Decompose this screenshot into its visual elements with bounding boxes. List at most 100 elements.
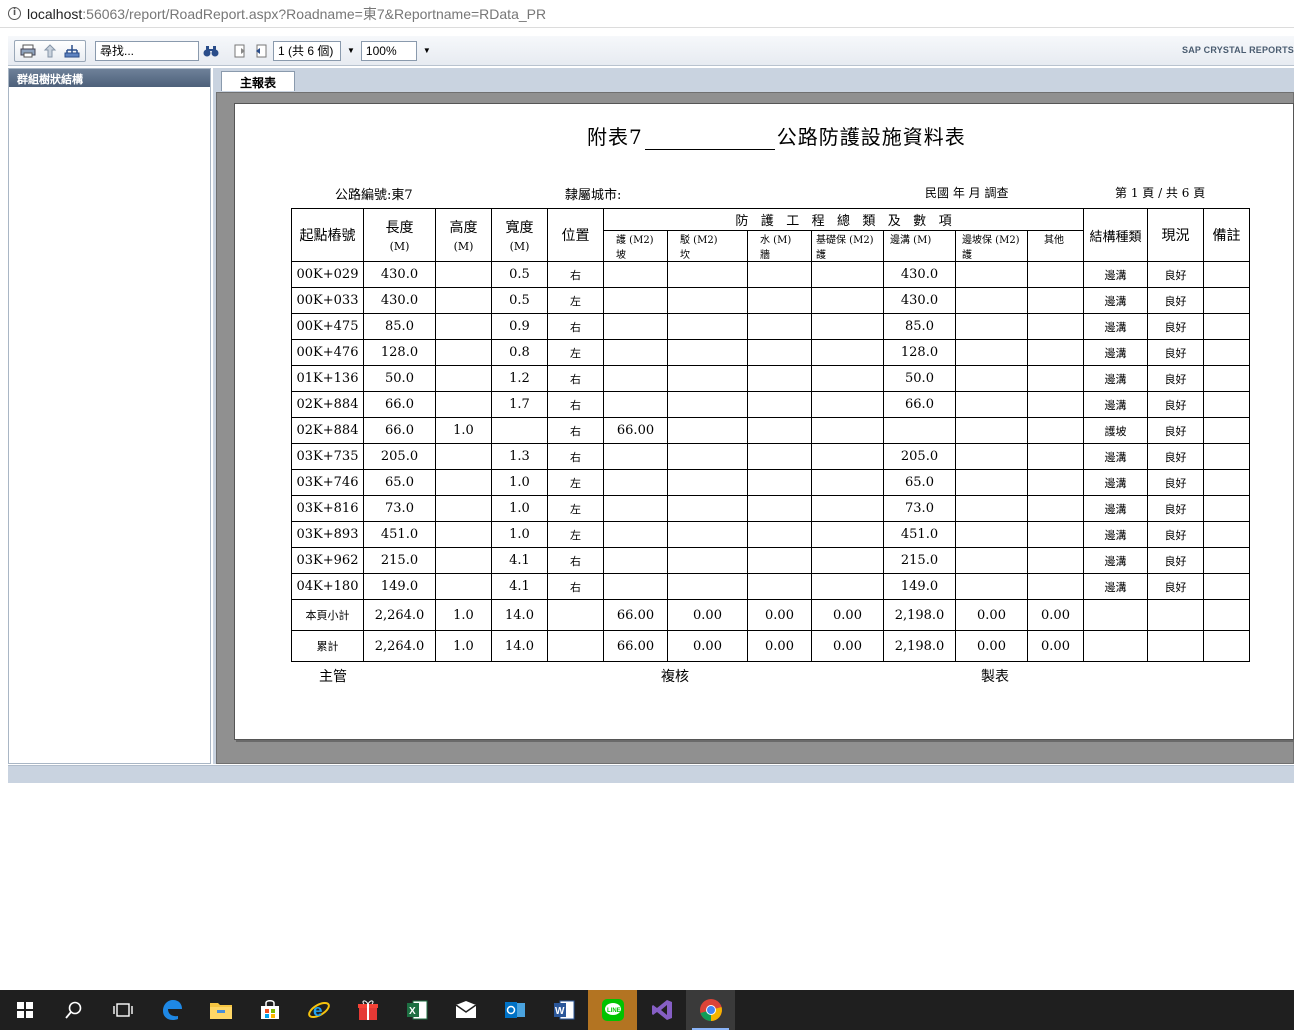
title-suffix: 公路防護設施資料表 <box>776 125 966 149</box>
search-input[interactable] <box>95 40 199 61</box>
cell-slope-protection <box>603 521 668 548</box>
cell-water-wall <box>747 521 812 548</box>
subtotal-row: 本頁小計 2,264.0 1.0 14.0 66.00 0.00 0.00 0.00 2,198… <box>291 599 1250 631</box>
cell-retaining-wall <box>667 547 748 574</box>
svg-text:LINE: LINE <box>607 1008 621 1014</box>
cell-foundation-protection <box>811 547 884 574</box>
taskbar-outlook[interactable] <box>490 990 539 1030</box>
cell-height: 1.0 <box>435 599 492 631</box>
page-selector[interactable]: 1 (共 6 個) <box>273 40 341 61</box>
tab-main-report[interactable]: 主報表 <box>221 71 296 91</box>
cell-width: 0.9 <box>491 313 548 340</box>
taskbar-mail[interactable] <box>441 990 490 1030</box>
cell-foundation-protection <box>811 417 884 444</box>
cell-foundation-protection <box>811 391 884 418</box>
cell-retaining-wall <box>667 339 748 366</box>
table-row: 00K+033 430.0 0.5 左 430.0 邊溝 良好 <box>291 287 1250 314</box>
cell-height <box>435 547 492 574</box>
cell-length: 66.0 <box>363 417 436 444</box>
cell-structure: 邊溝 <box>1083 573 1148 600</box>
cell-side-slope-protection: 0.00 <box>955 630 1028 662</box>
cell-retaining-wall <box>667 417 748 444</box>
start-button[interactable] <box>0 990 49 1030</box>
cell-side-ditch: 65.0 <box>883 469 956 496</box>
cell-side-slope-protection <box>955 417 1028 444</box>
info-icon[interactable]: i <box>8 7 21 20</box>
taskbar-word[interactable]: W <box>539 990 588 1030</box>
cell-height <box>435 469 492 496</box>
cell-height <box>435 573 492 600</box>
cell-water-wall <box>747 287 812 314</box>
cell-side-slope-protection <box>955 287 1028 314</box>
signature-manager: 主管 <box>319 669 347 685</box>
cell-status: 良好 <box>1147 547 1204 574</box>
task-view-button[interactable] <box>98 990 147 1030</box>
taskbar-chrome[interactable] <box>686 990 735 1030</box>
cell-retaining-wall <box>667 365 748 392</box>
zoom-select[interactable]: 100% <box>360 40 417 61</box>
cell-slope-protection <box>603 287 668 314</box>
taskbar-store[interactable] <box>245 990 294 1030</box>
folder-icon <box>209 1003 232 1019</box>
cell-start: 02K+884 <box>291 391 364 418</box>
svg-text:e: e <box>313 1001 322 1020</box>
cell-length: 66.0 <box>363 391 436 418</box>
cell-length: 2,264.0 <box>363 630 436 662</box>
cell-other <box>1027 287 1084 314</box>
taskbar-line[interactable]: LINE <box>588 990 637 1030</box>
visual-studio-icon <box>651 1000 672 1020</box>
taskbar-excel[interactable]: X <box>392 990 441 1030</box>
cell-water-wall <box>747 443 812 470</box>
cell-foundation-protection <box>811 365 884 392</box>
export-icon[interactable] <box>41 43 59 59</box>
address-bar[interactable]: i localhost:56063/report/RoadReport.aspx… <box>0 0 1294 28</box>
cell-retaining-wall <box>667 287 748 314</box>
cell-position: 右 <box>547 573 604 600</box>
prev-page-icon[interactable] <box>252 43 270 59</box>
cell-side-ditch: 66.0 <box>883 391 956 418</box>
status-bar <box>8 765 1294 783</box>
cell-status: 良好 <box>1147 495 1204 522</box>
cell-retaining-wall <box>667 261 748 288</box>
search-icon <box>64 1001 81 1019</box>
taskbar-file-explorer[interactable] <box>196 990 245 1030</box>
cell-slope-protection <box>603 261 668 288</box>
cell-start: 00K+476 <box>291 339 364 366</box>
signature-review: 複核 <box>661 669 689 685</box>
search-button[interactable] <box>49 990 98 1030</box>
col-protection-group: 防 護 工 程 總 類 及 數 項 <box>603 208 1084 231</box>
cell-length: 430.0 <box>363 287 436 314</box>
cell-status: 良好 <box>1147 391 1204 418</box>
cell-water-wall: 0.00 <box>747 599 812 631</box>
url-path: :56063/report/RoadReport.aspx?Roadname=東… <box>82 5 547 22</box>
cell-length: 73.0 <box>363 495 436 522</box>
cell-structure <box>1083 599 1148 631</box>
col-length-label: 長度 <box>385 220 414 236</box>
col-side-slope-protection: 邊坡保 (M2) 護 <box>955 230 1028 262</box>
url-host: localhost <box>27 5 83 22</box>
cell-slope-protection <box>603 443 668 470</box>
zoom-dropdown-arrow-icon[interactable]: ▼ <box>423 46 431 55</box>
cell-foundation-protection <box>811 313 884 340</box>
col-height: 高度 (M) <box>435 208 492 262</box>
cell-position <box>547 599 604 631</box>
taskbar-internet-explorer[interactable]: e <box>294 990 343 1030</box>
cell-foundation-protection <box>811 521 884 548</box>
excel-icon: X <box>406 1000 427 1020</box>
print-icon[interactable] <box>19 43 37 59</box>
cell-structure: 護坡 <box>1083 417 1148 444</box>
cell-side-ditch: 430.0 <box>883 287 956 314</box>
cell-side-slope-protection <box>955 469 1028 496</box>
cell-side-ditch: 215.0 <box>883 547 956 574</box>
cell-side-ditch: 2,198.0 <box>883 630 956 662</box>
binoculars-icon[interactable] <box>202 43 220 59</box>
cell-status: 良好 <box>1147 521 1204 548</box>
taskbar-edge[interactable] <box>147 990 196 1030</box>
cell-side-slope-protection <box>955 391 1028 418</box>
col-side-ditch: 邊溝 (M) <box>883 230 956 262</box>
first-page-icon[interactable] <box>231 43 249 59</box>
taskbar-gift-app[interactable] <box>343 990 392 1030</box>
group-tree-toggle-icon[interactable] <box>63 43 81 59</box>
taskbar-visual-studio[interactable] <box>637 990 686 1030</box>
page-dropdown-arrow-icon[interactable]: ▼ <box>347 46 355 55</box>
